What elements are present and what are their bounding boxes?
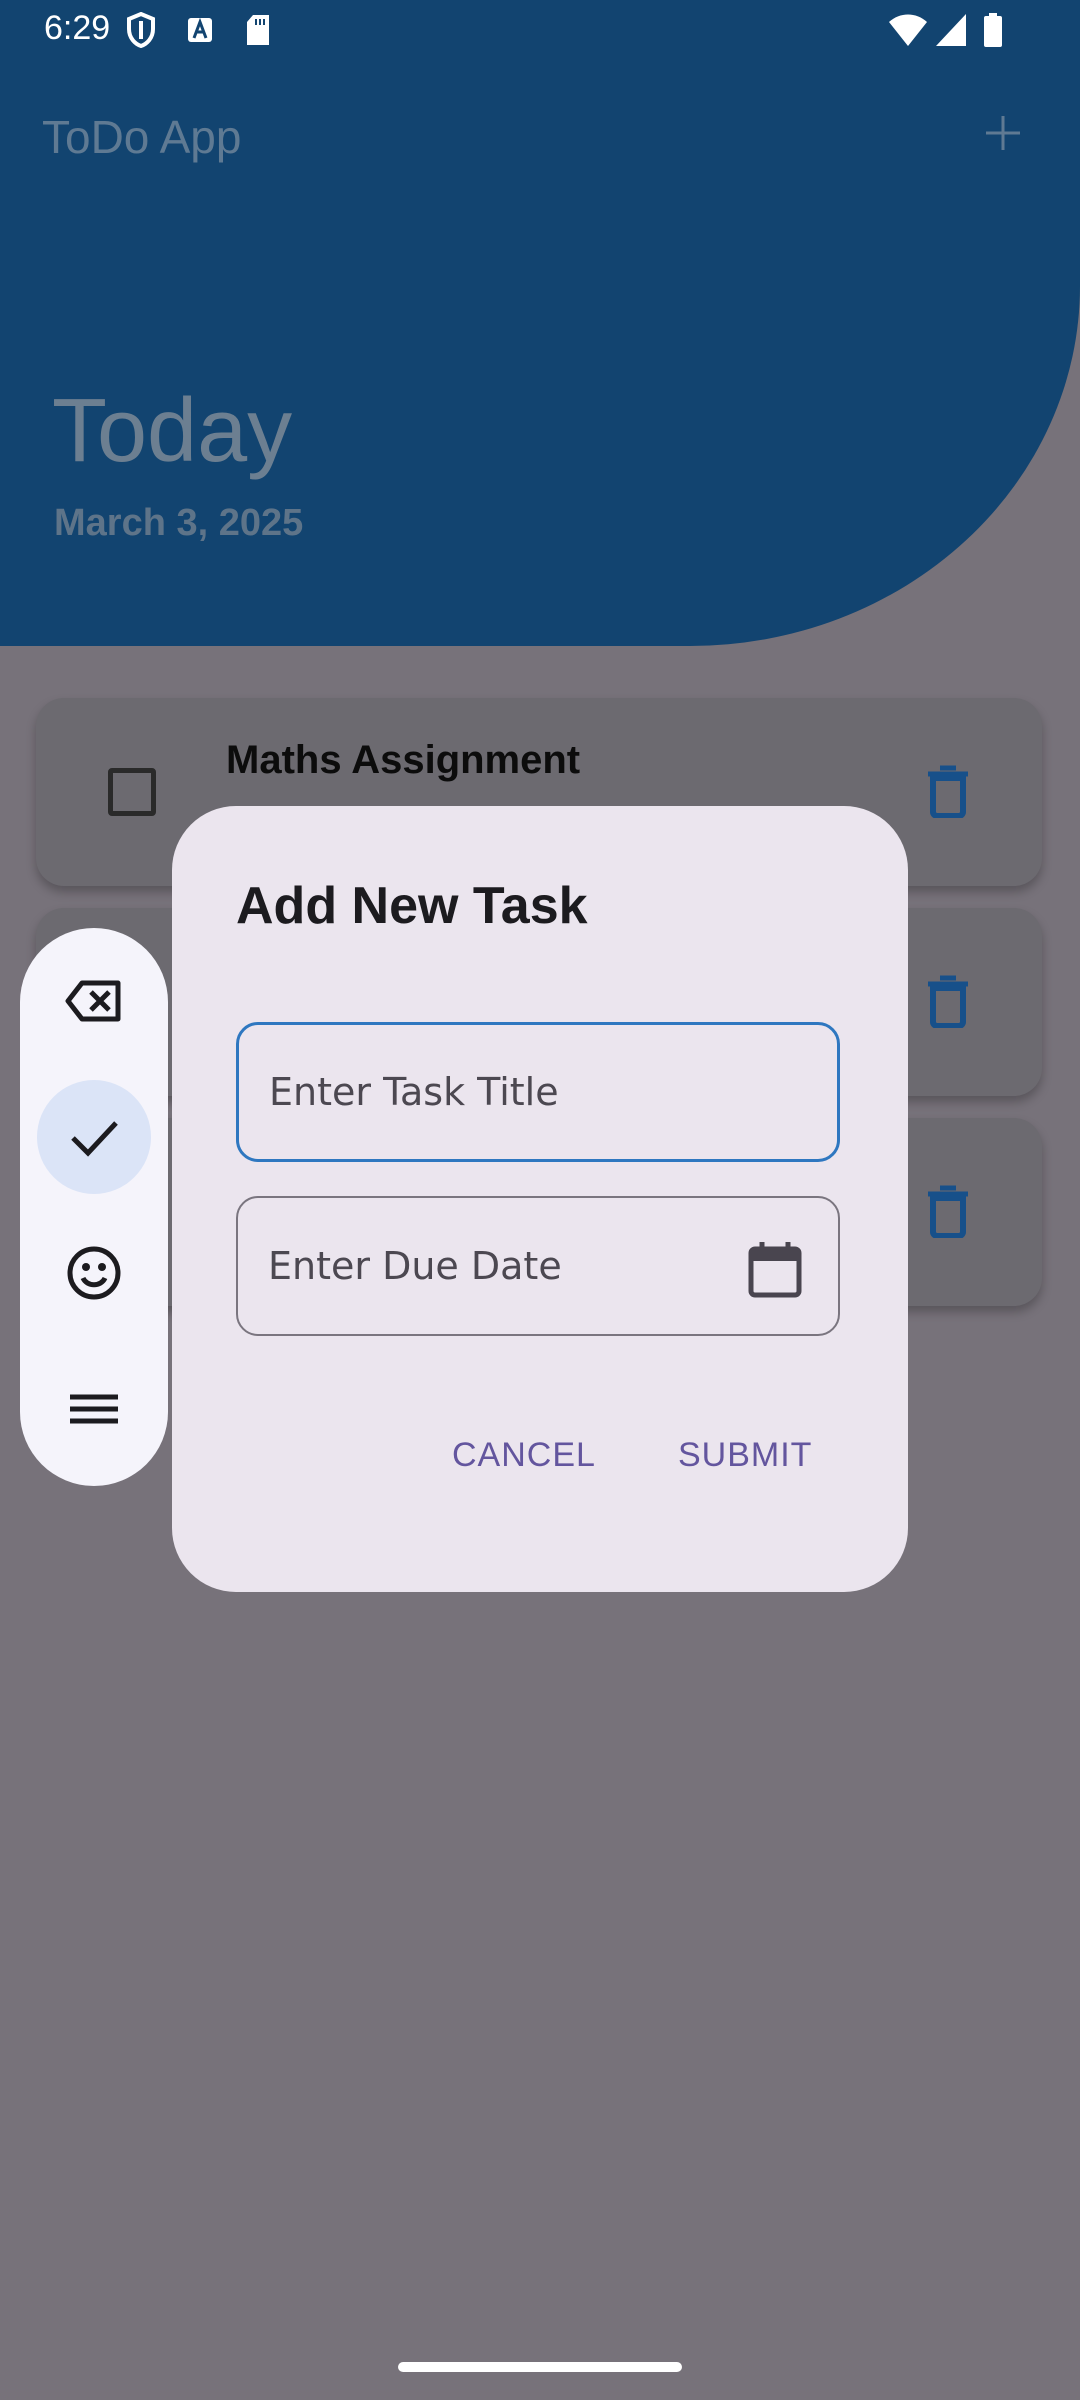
task-title-input[interactable] <box>239 1025 837 1159</box>
status-time: 6:29 <box>44 9 111 47</box>
wifi-icon <box>889 14 927 46</box>
task-checkbox[interactable] <box>108 768 156 816</box>
due-date-field[interactable] <box>236 1196 840 1336</box>
header-background <box>0 0 1080 646</box>
sd-card-icon <box>247 15 269 45</box>
floating-keyboard-toolbar <box>20 928 168 1486</box>
battery-icon <box>984 13 1002 47</box>
app-title: ToDo App <box>42 111 242 163</box>
submit-button[interactable]: SUBMIT <box>678 1436 812 1475</box>
keyboard-a-icon <box>188 17 212 42</box>
add-task-dialog: Add New Task CANCEL SUBMIT <box>172 806 908 1592</box>
emoji-icon <box>67 1246 121 1300</box>
emoji-button[interactable] <box>37 1216 151 1330</box>
delete-icon[interactable] <box>924 764 972 818</box>
current-date: March 3, 2025 <box>54 502 304 544</box>
home-indicator[interactable] <box>398 2362 682 2372</box>
shield-icon <box>127 12 155 48</box>
delete-icon[interactable] <box>924 974 972 1028</box>
delete-icon[interactable] <box>924 1184 972 1238</box>
signal-icon <box>936 14 966 46</box>
dialog-title: Add New Task <box>236 877 588 935</box>
backspace-icon <box>65 980 121 1022</box>
task-title-field[interactable] <box>236 1022 840 1162</box>
cancel-button[interactable]: CANCEL <box>452 1436 596 1475</box>
status-bar: 6:29 <box>0 0 1080 60</box>
add-icon[interactable] <box>980 110 1026 156</box>
menu-button[interactable] <box>37 1352 151 1466</box>
page-title: Today <box>52 381 293 481</box>
backspace-button[interactable] <box>37 944 151 1058</box>
done-button[interactable] <box>37 1080 151 1194</box>
check-icon <box>71 1121 118 1157</box>
menu-icon <box>70 1394 118 1424</box>
task-title: Maths Assignment <box>226 738 581 782</box>
calendar-icon[interactable] <box>746 1240 804 1298</box>
